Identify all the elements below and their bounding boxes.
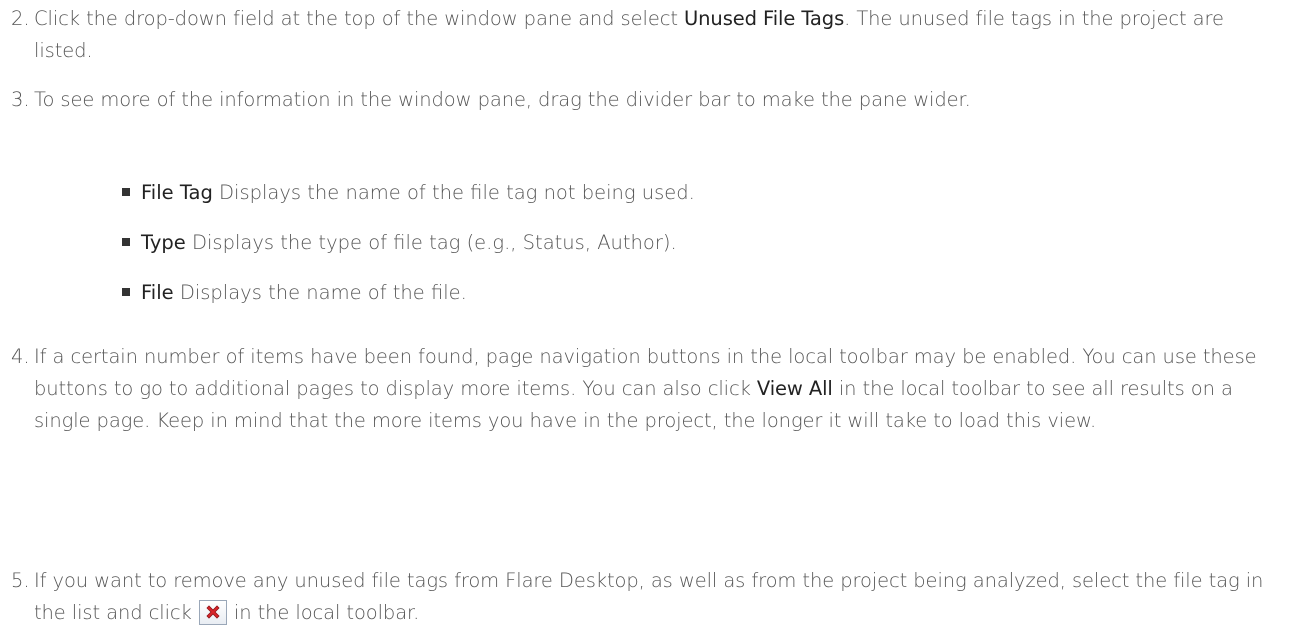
bullet-term: File Tag bbox=[141, 181, 213, 204]
ui-term-unused-file-tags: Unused File Tags bbox=[684, 7, 845, 30]
ui-term-view-all: View All bbox=[756, 377, 833, 400]
step-5: 5. If you want to remove any unused file… bbox=[0, 565, 1290, 629]
step-text: If you want to remove any unused file ta… bbox=[34, 565, 1284, 629]
square-bullet-icon bbox=[122, 238, 130, 246]
step-number: 5. bbox=[11, 569, 30, 592]
step-4: 4. If a certain number of items have bee… bbox=[0, 341, 1290, 437]
step-text: If a certain number of items have been f… bbox=[34, 341, 1284, 437]
step-text: Click the drop-down field at the top of … bbox=[34, 3, 1284, 67]
bullet-description: Displays the name of the file tag not be… bbox=[212, 181, 695, 204]
square-bullet-icon bbox=[122, 288, 130, 296]
step-text-part: Click the drop-down field at the top of … bbox=[34, 7, 684, 30]
step-2: 2. Click the drop-down field at the top … bbox=[0, 3, 1290, 67]
bullet-file-tag: File Tag Displays the name of the file t… bbox=[0, 177, 1290, 209]
square-bullet-icon bbox=[122, 188, 130, 196]
bullet-term: File bbox=[141, 281, 174, 304]
bullet-description: Displays the name of the file. bbox=[173, 281, 467, 304]
document-page: 2. Click the drop-down field at the top … bbox=[0, 0, 1299, 632]
step-text: To see more of the information in the wi… bbox=[34, 88, 971, 111]
step-number: 4. bbox=[11, 345, 30, 368]
bullet-file: File Displays the name of the file. bbox=[0, 277, 1290, 309]
bullet-type: Type Displays the type of file tag (e.g.… bbox=[0, 227, 1290, 259]
step-3: 3. To see more of the information in the… bbox=[0, 84, 1290, 116]
delete-x-icon bbox=[198, 600, 227, 625]
bullet-description: Displays the type of file tag (e.g., Sta… bbox=[185, 231, 677, 254]
step-number: 2. bbox=[11, 7, 30, 30]
step-text-part: in the local toolbar. bbox=[227, 601, 420, 624]
step-number: 3. bbox=[11, 88, 30, 111]
bullet-term: Type bbox=[141, 231, 186, 254]
